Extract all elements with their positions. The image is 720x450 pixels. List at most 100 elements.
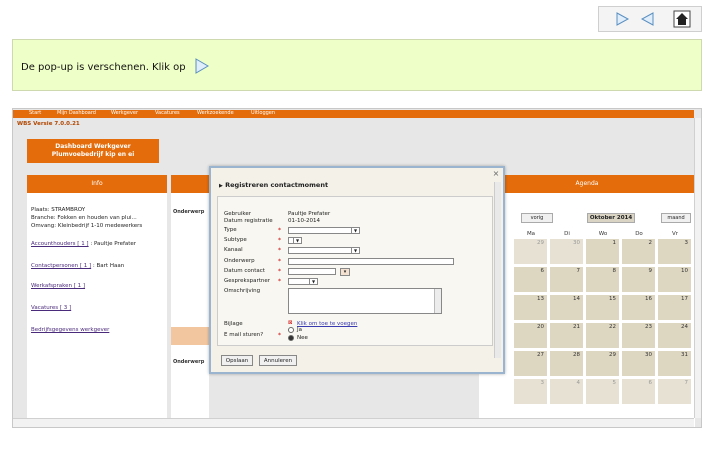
type-required: * xyxy=(278,227,281,234)
dialog-form: Gebruiker Paultje Prefater Datum registr… xyxy=(217,196,493,346)
gebruiker-label: Gebruiker xyxy=(224,211,252,217)
calendar-weekday: Wo xyxy=(598,231,608,237)
calendar-day-cell[interactable]: 4 xyxy=(549,378,584,405)
kanaal-select[interactable]: ▼ xyxy=(288,247,360,254)
app-screenshot: Start Mijn Dashboard Werkgever Vacatures… xyxy=(12,108,702,428)
back-arrow-icon[interactable] xyxy=(635,9,661,29)
app-vertical-scrollbar[interactable] xyxy=(694,118,701,418)
kanaal-label: Kanaal xyxy=(224,247,243,253)
calendar-grid: 29 30 1 2 3 6 7 8 9 10 13 14 15 16 17 20 21 22 23 24 27 28 29 3… xyxy=(513,238,697,408)
calendar-day-cell[interactable]: 5 xyxy=(585,378,620,405)
calendar-day-cell[interactable]: 24 xyxy=(657,322,692,349)
contactpersonen-link[interactable]: Contactpersonen [ 1 ] xyxy=(31,263,91,269)
mid-panel: Onderwerp Onderwerp xyxy=(171,193,209,419)
calendar-day-cell[interactable]: 30 xyxy=(621,350,656,377)
gesprekspartner-select[interactable]: ▼ xyxy=(288,278,318,285)
close-icon[interactable]: × xyxy=(491,169,501,179)
info-omvang: Omvang: Kleinbedrijf 1-10 medewerkers xyxy=(31,223,143,229)
calendar-day-cell[interactable]: 8 xyxy=(585,266,620,293)
calendar-day-cell[interactable]: 29 xyxy=(513,238,548,265)
gesprekspartner-label: Gesprekspartner xyxy=(224,278,270,284)
calendar-day-cell[interactable]: 17 xyxy=(657,294,692,321)
datum-contact-input[interactable] xyxy=(288,268,336,275)
onderwerp-input[interactable] xyxy=(288,258,454,265)
datum-registratie-value: 01-10-2014 xyxy=(288,218,320,224)
email-sturen-label: E mail sturen? xyxy=(224,332,264,338)
calendar-day-cell[interactable]: 1 xyxy=(585,238,620,265)
attachment-icon[interactable]: ⊠ xyxy=(288,320,293,326)
omschrijving-scrollbar[interactable] xyxy=(434,289,441,313)
subtype-select[interactable]: ▼ xyxy=(288,237,302,244)
datum-contact-required: * xyxy=(278,268,281,275)
annuleren-button[interactable]: Annuleren xyxy=(259,355,297,366)
subtype-label: Subtype xyxy=(224,237,247,243)
calendar-day-cell[interactable]: 3 xyxy=(513,378,548,405)
calendar-day-cell[interactable]: 13 xyxy=(513,294,548,321)
instruction-box: De pop-up is verschenen. Klik op xyxy=(12,39,702,91)
calendar-day-cell[interactable]: 21 xyxy=(549,322,584,349)
info-panel: Plaats: STRAMBROY Branche: Fokken en hou… xyxy=(27,193,167,419)
omschrijving-textarea[interactable] xyxy=(288,288,442,314)
calendar-day-cell[interactable]: 15 xyxy=(585,294,620,321)
menu-werkgever[interactable]: Werkgever xyxy=(111,110,138,116)
vacatures-link[interactable]: Vacatures [ 3 ] xyxy=(31,305,71,311)
accounthouders-link[interactable]: Accounthouders [ 1 ] xyxy=(31,241,89,247)
bijlage-label: Bijlage xyxy=(224,321,243,327)
calendar-day-cell[interactable]: 20 xyxy=(513,322,548,349)
dashboard-company: Plumvoebedrijf kip en ei xyxy=(51,151,135,158)
info-branche: Branche: Fokken en houden van plui... xyxy=(31,215,137,221)
type-select[interactable]: ▼ xyxy=(288,227,360,234)
next-arrow-icon[interactable] xyxy=(193,57,211,75)
datum-registratie-label: Datum registratie xyxy=(224,218,273,224)
calendar-day-cell[interactable]: 10 xyxy=(657,266,692,293)
calendar-day-cell[interactable]: 14 xyxy=(549,294,584,321)
dialog-scrollbar[interactable] xyxy=(494,182,501,358)
gesprekspartner-required: * xyxy=(278,278,281,285)
calendar-prev-button[interactable]: vorig xyxy=(521,213,553,223)
calendar-month-label: Oktober 2014 xyxy=(587,213,635,223)
bedrijfsgegevens-link[interactable]: Bedrijfsgegevens werkgever xyxy=(31,327,109,333)
calendar-day-cell[interactable]: 6 xyxy=(513,266,548,293)
calendar-day-cell[interactable]: 22 xyxy=(585,322,620,349)
calendar-day-cell[interactable]: 30 xyxy=(549,238,584,265)
radio-nee[interactable] xyxy=(288,335,294,341)
dialog-title: ▶ Registreren contactmoment xyxy=(219,181,328,189)
opslaan-button[interactable]: Opslaan xyxy=(221,355,253,366)
chevron-down-icon: ▼ xyxy=(293,238,301,243)
calendar-day-cell[interactable]: 16 xyxy=(621,294,656,321)
mid-onderwerp-1: Onderwerp xyxy=(173,209,205,215)
calendar-day-cell[interactable]: 27 xyxy=(513,350,548,377)
calendar-day-cell[interactable]: 28 xyxy=(549,350,584,377)
kanaal-required: * xyxy=(278,247,281,254)
email-sturen-required: * xyxy=(278,332,281,339)
forward-arrow-icon[interactable] xyxy=(609,9,635,29)
calendar-day-cell[interactable]: 23 xyxy=(621,322,656,349)
calendar-day-cell[interactable]: 2 xyxy=(621,238,656,265)
werkafspraken-link[interactable]: Werkafspraken [ 1 ] xyxy=(31,283,85,289)
menu-vacatures[interactable]: Vacatures xyxy=(155,110,180,116)
bijlage-link[interactable]: Klik om toe te voegen xyxy=(297,321,357,327)
caret-right-icon: ▶ xyxy=(219,183,223,189)
menu-mijn-dashboard[interactable]: Mijn Dashboard xyxy=(57,110,96,116)
radio-nee-label: Nee xyxy=(297,335,308,341)
calendar-next-button[interactable]: maand xyxy=(661,213,691,223)
onderwerp-label: Onderwerp xyxy=(224,258,255,264)
calendar-day-cell[interactable]: 7 xyxy=(549,266,584,293)
app-horizontal-scrollbar[interactable] xyxy=(13,418,694,427)
calendar-day-cell[interactable]: 3 xyxy=(657,238,692,265)
menu-start[interactable]: Start xyxy=(29,110,41,116)
calendar-day-cell[interactable]: 7 xyxy=(657,378,692,405)
home-icon[interactable] xyxy=(669,9,695,29)
calendar-day-cell[interactable]: 31 xyxy=(657,350,692,377)
calendar-day-cell[interactable]: 29 xyxy=(585,350,620,377)
accounthouders-value: : Paultje Prefater xyxy=(90,241,137,247)
menu-uitloggen[interactable]: Uitloggen xyxy=(251,110,275,116)
radio-ja[interactable] xyxy=(288,327,294,333)
menu-werkzoekende[interactable]: Werkzoekende xyxy=(197,110,234,116)
calendar-day-cell[interactable]: 6 xyxy=(621,378,656,405)
info-panel-header: Info xyxy=(27,175,167,193)
agenda-panel-header: Agenda xyxy=(479,175,695,193)
calendar-icon[interactable]: ▾ xyxy=(340,268,350,276)
dashboard-header: Dashboard Werkgever Plumvoebedrijf kip e… xyxy=(27,139,159,163)
calendar-day-cell[interactable]: 9 xyxy=(621,266,656,293)
